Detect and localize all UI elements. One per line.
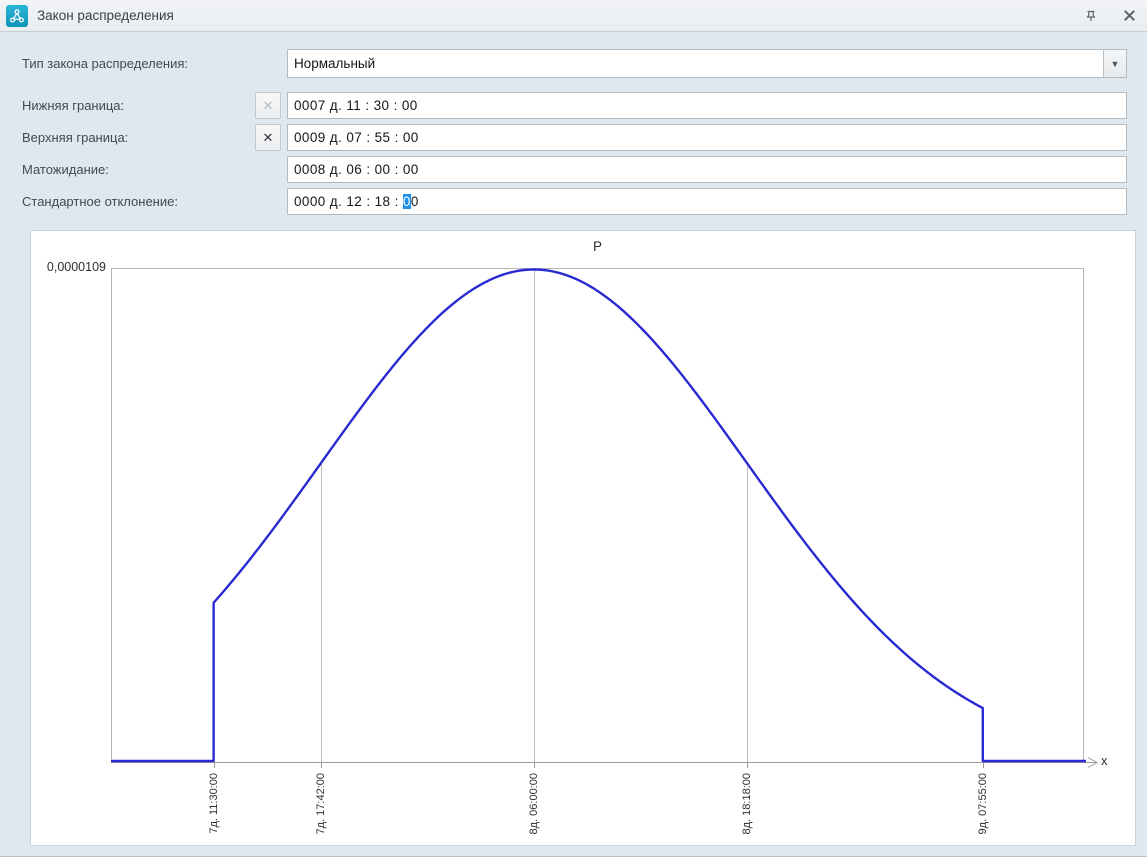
upper-bound-clear-button[interactable]: ✕ [255, 124, 281, 151]
distribution-law-window: Закон распределения [0, 0, 1147, 857]
distribution-curve [111, 270, 1086, 762]
mean-field[interactable]: 0008 д. 06 : 00 : 00 [287, 156, 1127, 183]
distribution-type-combobox[interactable]: Нормальный ▼ [287, 49, 1127, 78]
chevron-down-icon[interactable]: ▼ [1103, 50, 1126, 77]
network-nodes-icon [6, 5, 28, 27]
upper-bound-label: Верхняя граница: [22, 130, 255, 145]
plot-frame [112, 269, 1084, 763]
x-axis-label: x [1101, 753, 1108, 768]
window-title: Закон распределения [37, 8, 174, 23]
distribution-form: Тип закона распределения: Нормальный ▼ Н… [0, 32, 1147, 215]
std-dev-field[interactable]: 0000 д. 12 : 18 : 00 [287, 188, 1127, 215]
close-icon[interactable] [1120, 7, 1138, 25]
mean-label: Матожидание: [22, 162, 255, 177]
upper-bound-field[interactable]: 0009 д. 07 : 55 : 00 [287, 124, 1127, 151]
text-selection: 0 [403, 194, 411, 209]
lower-bound-row: Нижняя граница: ✕ 0007 д. 11 : 30 : 00 [22, 92, 1127, 119]
lower-bound-label: Нижняя граница: [22, 98, 255, 113]
distribution-type-row: Тип закона распределения: Нормальный ▼ [22, 49, 1127, 78]
chart-title: P [111, 239, 1084, 254]
distribution-type-value: Нормальный [288, 50, 1103, 77]
peak-value-label: 0,0000109 [31, 260, 106, 274]
mean-row: Матожидание: 0008 д. 06 : 00 : 00 [22, 156, 1127, 183]
plot-area [111, 268, 1111, 774]
distribution-type-label: Тип закона распределения: [22, 56, 255, 71]
std-dev-row: Стандартное отклонение: 0000 д. 12 : 18 … [22, 188, 1127, 215]
pin-icon[interactable] [1082, 7, 1100, 25]
lower-bound-field[interactable]: 0007 д. 11 : 30 : 00 [287, 92, 1127, 119]
distribution-chart-panel: P 0,0000109 7д. 11:30:007д. 17:42:008д. … [30, 230, 1136, 846]
lower-bound-clear-button[interactable]: ✕ [255, 92, 281, 119]
titlebar: Закон распределения [0, 0, 1147, 32]
upper-bound-row: Верхняя граница: ✕ 0009 д. 07 : 55 : 00 [22, 124, 1127, 151]
std-dev-label: Стандартное отклонение: [22, 194, 255, 209]
